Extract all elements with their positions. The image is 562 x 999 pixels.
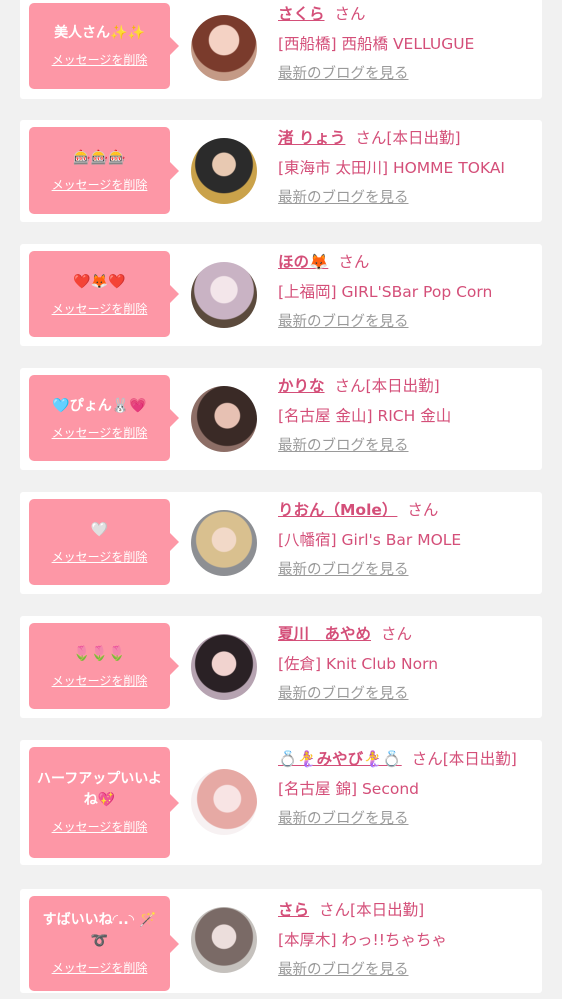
message-bubble: すばいいね◜..◝ 🪄➰ メッセージを削除 bbox=[29, 896, 179, 991]
message-card: 🎰🎰🎰 メッセージを削除 渚 りょう さん[本日出勤] [東海市 太田川] HOM… bbox=[20, 120, 542, 222]
honorific: さん bbox=[319, 901, 351, 919]
honorific: さん bbox=[334, 377, 366, 395]
cast-name-line: 渚 りょう さん[本日出勤] bbox=[278, 126, 540, 150]
latest-blog-link[interactable]: 最新のブログを見る bbox=[278, 310, 540, 334]
status-label: [本日出勤] bbox=[365, 377, 440, 395]
latest-blog-link[interactable]: 最新のブログを見る bbox=[278, 958, 540, 982]
message-text: 🤍 bbox=[90, 522, 109, 538]
avatar[interactable] bbox=[191, 907, 257, 973]
cast-name-line: さら さん[本日出勤] bbox=[278, 898, 540, 922]
status-label: [本日出勤] bbox=[386, 129, 461, 147]
message-card: 🌷🌷🌷 メッセージを削除 夏川 あやめ さん [佐倉] Knit Club Nor… bbox=[20, 616, 542, 718]
honorific: さん bbox=[334, 5, 366, 23]
cast-name-line: 💍🧜‍♀️みやび🧜‍♀️💍 さん[本日出勤] bbox=[278, 747, 540, 771]
latest-blog-link[interactable]: 最新のブログを見る bbox=[278, 62, 540, 86]
delete-message-link[interactable]: メッセージを削除 bbox=[29, 672, 170, 689]
message-bubble: 🤍 メッセージを削除 bbox=[29, 499, 179, 585]
delete-message-link[interactable]: メッセージを削除 bbox=[29, 176, 170, 193]
message-card: ❤️🦊❤️ メッセージを削除 ほの🦊 さん [上福岡] GIRL'SBar Pop… bbox=[20, 244, 542, 346]
message-text: 美人さん✨✨ bbox=[54, 25, 145, 41]
shop-name: [名古屋 金山] RICH 金山 bbox=[278, 407, 452, 425]
message-text: ❤️🦊❤️ bbox=[73, 274, 126, 290]
latest-blog-link[interactable]: 最新のブログを見る bbox=[278, 434, 540, 458]
message-bubble: 美人さん✨✨ メッセージを削除 bbox=[29, 3, 179, 89]
latest-blog-link[interactable]: 最新のブログを見る bbox=[278, 558, 540, 582]
message-text: 🩵ぴょん🐰💗 bbox=[52, 398, 147, 414]
honorific: さん bbox=[355, 129, 387, 147]
delete-message-link[interactable]: メッセージを削除 bbox=[29, 424, 170, 441]
shop-name: [佐倉] Knit Club Norn bbox=[278, 655, 439, 673]
cast-info: ほの🦊 さん [上福岡] GIRL'SBar Pop Corn 最新のブログを見る bbox=[278, 250, 540, 334]
message-card: 美人さん✨✨ メッセージを削除 さくら さん [西船橋] 西船橋 VELLUGUE… bbox=[20, 0, 542, 99]
shop-name: [上福岡] GIRL'SBar Pop Corn bbox=[278, 283, 493, 301]
cast-info: りおん（Mole） さん [八幡宿] Girl's Bar MOLE 最新のブログ… bbox=[278, 498, 540, 582]
cast-name-link[interactable]: りおん（Mole） bbox=[278, 501, 397, 519]
cast-name-line: かりな さん[本日出勤] bbox=[278, 374, 540, 398]
honorific: さん bbox=[338, 253, 370, 271]
avatar[interactable] bbox=[191, 634, 257, 700]
cast-info: 夏川 あやめ さん [佐倉] Knit Club Norn 最新のブログを見る bbox=[278, 622, 540, 706]
avatar[interactable] bbox=[191, 386, 257, 452]
cast-info: さくら さん [西船橋] 西船橋 VELLUGUE 最新のブログを見る bbox=[278, 2, 540, 86]
message-bubble: ハーフアップいいよね💖 メッセージを削除 bbox=[29, 747, 179, 858]
cast-name-line: りおん（Mole） さん bbox=[278, 498, 540, 522]
cast-name-link[interactable]: さら bbox=[278, 901, 309, 919]
message-text: ハーフアップいいよね💖 bbox=[37, 771, 162, 808]
cast-name-link[interactable]: 渚 りょう bbox=[278, 129, 345, 147]
message-list: 美人さん✨✨ メッセージを削除 さくら さん [西船橋] 西船橋 VELLUGUE… bbox=[0, 0, 562, 999]
honorific: さん bbox=[381, 625, 413, 643]
avatar[interactable] bbox=[191, 15, 257, 81]
cast-name-link[interactable]: 夏川 あやめ bbox=[278, 625, 371, 643]
latest-blog-link[interactable]: 最新のブログを見る bbox=[278, 682, 540, 706]
cast-name-link[interactable]: ほの🦊 bbox=[278, 253, 328, 271]
status-label: [本日出勤] bbox=[442, 750, 517, 768]
cast-name-line: さくら さん bbox=[278, 2, 540, 26]
avatar[interactable] bbox=[191, 138, 257, 204]
delete-message-link[interactable]: メッセージを削除 bbox=[29, 818, 170, 835]
honorific: さん bbox=[411, 750, 443, 768]
cast-info: 渚 りょう さん[本日出勤] [東海市 太田川] HOMME TOKAI 最新のブ… bbox=[278, 126, 540, 210]
cast-info: さら さん[本日出勤] [本厚木] わっ!!ちゃちゃ 最新のブログを見る bbox=[278, 898, 540, 982]
shop-name: [名古屋 錦] Second bbox=[278, 780, 419, 798]
cast-name-line: 夏川 あやめ さん bbox=[278, 622, 540, 646]
message-text: 🌷🌷🌷 bbox=[73, 646, 126, 662]
cast-name-link[interactable]: さくら bbox=[278, 5, 325, 23]
message-card: 🤍 メッセージを削除 りおん（Mole） さん [八幡宿] Girl's Bar … bbox=[20, 492, 542, 594]
shop-name: [西船橋] 西船橋 VELLUGUE bbox=[278, 35, 475, 53]
cast-name-link[interactable]: 💍🧜‍♀️みやび🧜‍♀️💍 bbox=[278, 750, 402, 768]
message-card: すばいいね◜..◝ 🪄➰ メッセージを削除 さら さん[本日出勤] [本厚木] わ… bbox=[20, 889, 542, 993]
message-bubble: 🎰🎰🎰 メッセージを削除 bbox=[29, 127, 179, 214]
avatar[interactable] bbox=[191, 769, 257, 835]
shop-name: [本厚木] わっ!!ちゃちゃ bbox=[278, 931, 447, 949]
cast-info: かりな さん[本日出勤] [名古屋 金山] RICH 金山 最新のブログを見る bbox=[278, 374, 540, 458]
message-bubble: ❤️🦊❤️ メッセージを削除 bbox=[29, 251, 179, 337]
avatar[interactable] bbox=[191, 262, 257, 328]
delete-message-link[interactable]: メッセージを削除 bbox=[29, 51, 170, 68]
message-card: ハーフアップいいよね💖 メッセージを削除 💍🧜‍♀️みやび🧜‍♀️💍 さん[本日出… bbox=[20, 740, 542, 865]
cast-name-line: ほの🦊 さん bbox=[278, 250, 540, 274]
delete-message-link[interactable]: メッセージを削除 bbox=[29, 959, 170, 976]
honorific: さん bbox=[407, 501, 439, 519]
latest-blog-link[interactable]: 最新のブログを見る bbox=[278, 186, 540, 210]
message-text: 🎰🎰🎰 bbox=[73, 150, 126, 166]
delete-message-link[interactable]: メッセージを削除 bbox=[29, 548, 170, 565]
cast-name-link[interactable]: かりな bbox=[278, 377, 325, 395]
message-bubble: 🌷🌷🌷 メッセージを削除 bbox=[29, 623, 179, 709]
latest-blog-link[interactable]: 最新のブログを見る bbox=[278, 807, 540, 831]
shop-name: [八幡宿] Girl's Bar MOLE bbox=[278, 531, 462, 549]
message-card: 🩵ぴょん🐰💗 メッセージを削除 かりな さん[本日出勤] [名古屋 金山] RIC… bbox=[20, 368, 542, 470]
shop-name: [東海市 太田川] HOMME TOKAI bbox=[278, 159, 506, 177]
cast-info: 💍🧜‍♀️みやび🧜‍♀️💍 さん[本日出勤] [名古屋 錦] Second 最新の… bbox=[278, 747, 540, 831]
delete-message-link[interactable]: メッセージを削除 bbox=[29, 300, 170, 317]
message-text: すばいいね◜..◝ 🪄➰ bbox=[42, 912, 157, 949]
avatar[interactable] bbox=[191, 510, 257, 576]
status-label: [本日出勤] bbox=[350, 901, 425, 919]
message-bubble: 🩵ぴょん🐰💗 メッセージを削除 bbox=[29, 375, 179, 461]
